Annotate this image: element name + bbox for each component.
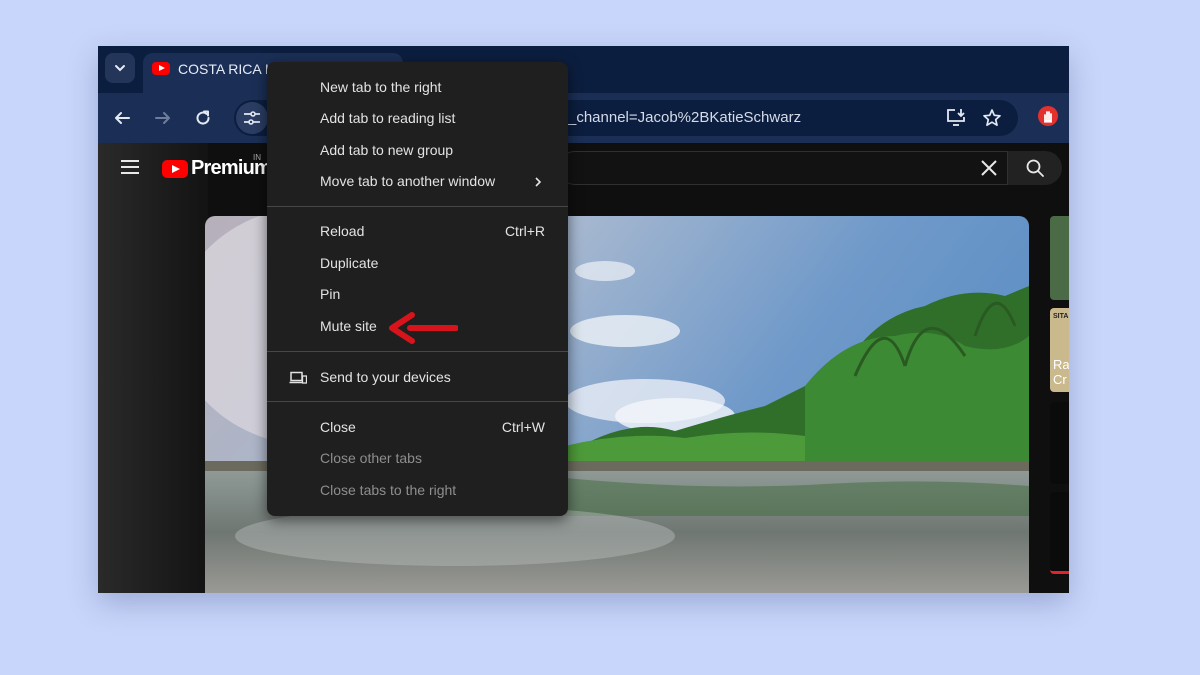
shortcut-label: Ctrl+R [504, 223, 545, 239]
site-info-button[interactable] [236, 102, 268, 134]
reload-icon [196, 110, 210, 125]
clear-search-button[interactable] [978, 157, 1000, 179]
sidebar-shade [98, 143, 208, 593]
region-code: IN [253, 153, 261, 162]
browser-window: COSTA RICA IN _channel=Jacob%2BKatieSchw… [98, 46, 1069, 593]
menu-item-close-other-tabs: Close other tabs [320, 450, 422, 466]
menu-item-new-tab-right[interactable]: New tab to the right [267, 73, 568, 103]
youtube-icon [152, 62, 170, 75]
menu-item-move-tab-to-window[interactable]: Move tab to another window [267, 167, 568, 197]
menu-icon[interactable] [121, 160, 139, 174]
menu-item-close-tabs-right: Close tabs to the right [320, 482, 457, 498]
browser-toolbar: _channel=Jacob%2BKatieSchwarz [98, 93, 1069, 143]
related-thumbnail[interactable] [1050, 216, 1069, 300]
hand-icon [1044, 110, 1052, 123]
related-thumbnail[interactable] [1050, 492, 1069, 574]
menu-item-reload[interactable]: Reload Ctrl+R [267, 217, 568, 247]
shortcut-label: Ctrl+W [501, 419, 545, 435]
url-text[interactable]: _channel=Jacob%2BKatieSchwarz [568, 109, 801, 126]
install-desktop-icon [947, 109, 965, 126]
arrow-right-icon [155, 112, 170, 124]
back-button[interactable] [110, 106, 134, 130]
menu-item-pin[interactable]: Pin [267, 280, 568, 310]
menu-item-send-to-devices[interactable]: Send to your devices [267, 363, 568, 393]
menu-item-add-to-reading-list[interactable]: Add tab to reading list [267, 104, 568, 134]
tune-icon [244, 111, 260, 125]
search-button[interactable] [1008, 151, 1062, 185]
rail-text: Ra Cr [1053, 357, 1069, 387]
chevron-down-icon [115, 65, 125, 72]
devices-icon [289, 370, 307, 386]
arrow-left-icon [115, 112, 130, 124]
tab-search-button[interactable] [105, 53, 135, 83]
chevron-right-icon [531, 175, 545, 189]
menu-item-duplicate[interactable]: Duplicate [267, 249, 568, 279]
menu-item-add-to-new-group[interactable]: Add tab to new group [267, 136, 568, 166]
forward-button[interactable] [151, 106, 175, 130]
related-thumbnail[interactable] [1050, 402, 1069, 484]
menu-divider [267, 206, 568, 207]
search-input[interactable] [558, 151, 1008, 185]
tab-context-menu: New tab to the right Add tab to reading … [267, 62, 568, 516]
related-videos-rail: SITA Ra Cr [1050, 216, 1069, 593]
close-icon [981, 160, 997, 176]
rail-badge: SITA [1053, 313, 1069, 320]
reload-button[interactable] [191, 106, 215, 130]
red-arrow-annotation [389, 312, 458, 344]
menu-divider [267, 351, 568, 352]
youtube-page: Premium IN SITA Ra Cr [98, 143, 1069, 593]
youtube-logo-icon[interactable] [162, 160, 188, 178]
bookmark-button[interactable] [980, 106, 1004, 130]
search-icon [1026, 159, 1044, 177]
tab-title: COSTA RICA IN [178, 61, 279, 77]
menu-divider [267, 401, 568, 402]
star-icon [983, 109, 1001, 127]
menu-item-close[interactable]: Close Ctrl+W [267, 413, 568, 443]
tab-strip: COSTA RICA IN [98, 46, 1069, 93]
install-app-button[interactable] [944, 106, 968, 130]
extension-button[interactable] [1038, 106, 1058, 126]
